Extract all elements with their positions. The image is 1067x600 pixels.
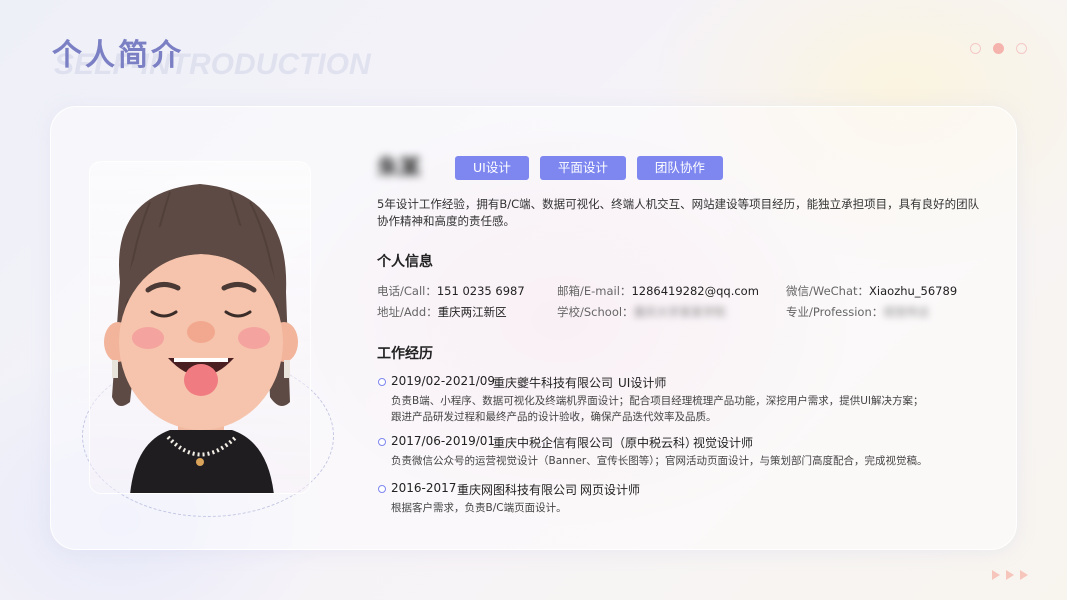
phone-label: 电话/Call：: [377, 284, 437, 298]
bullet-icon: [378, 378, 386, 386]
bullet-icon: [378, 438, 386, 446]
info-row-address: 地址/Add：重庆两江新区 学校/School：重庆大学某某学院 专业/Prof…: [377, 304, 977, 322]
bullet-icon: [378, 485, 386, 493]
profile-intro: 5年设计工作经验，拥有B/C端、数据可视化、终端人机交互、网站建设等项目经历，能…: [377, 197, 980, 228]
avatar: [104, 184, 298, 493]
major-field: 专业/Profession：视觉传达: [786, 304, 929, 320]
address-value: 重庆两江新区: [437, 305, 507, 319]
work-desc-line: 根据客户需求，负责B/C端页面设计。: [391, 502, 567, 514]
work-period: 2017/06-2019/01: [391, 434, 496, 448]
school-field: 学校/School：重庆大学某某学院: [557, 304, 726, 320]
school-value: 重庆大学某某学院: [633, 305, 726, 319]
profile-name: 朱某: [377, 156, 422, 181]
work-desc: 负责B端、小程序、数据可视化及终端机界面设计；配合项目经理梳理产品功能，深挖用户…: [391, 394, 967, 425]
address-field: 地址/Add：重庆两江新区: [377, 304, 507, 320]
work-item: 2019/02-2021/09 重庆夔牛科技有限公司 UI设计师 负责B端、小程…: [377, 374, 967, 425]
work-experience-title: 工作经历: [377, 346, 433, 362]
tag-teamwork: 团队协作: [636, 156, 723, 180]
tag-ui-design: UI设计: [455, 156, 529, 180]
work-desc: 根据客户需求，负责B/C端页面设计。: [391, 501, 967, 517]
arrow-icon: [1006, 570, 1014, 580]
work-item-header: 2019/02-2021/09 重庆夔牛科技有限公司 UI设计师: [377, 374, 967, 392]
email-field: 邮箱/E-mail：1286419282@qq.com: [557, 283, 759, 299]
work-item: 2017/06-2019/01 重庆中税企信有限公司（原中税云科） 视觉设计师 …: [377, 434, 967, 470]
phone-value: 151 0235 6987: [436, 284, 525, 298]
work-role: 网页设计师: [580, 483, 641, 497]
work-desc-line: 负责微信公众号的运营视觉设计（Banner、宣传长图等）；官网活动页面设计，与策…: [391, 455, 928, 467]
work-item-header: 2017/06-2019/01 重庆中税企信有限公司（原中税云科） 视觉设计师: [377, 434, 967, 452]
address-label: 地址/Add：: [377, 305, 438, 319]
skill-tags: UI设计 平面设计 团队协作: [455, 156, 723, 180]
work-role: 视觉设计师: [693, 436, 754, 450]
tag-graphic-design: 平面设计: [539, 156, 626, 180]
school-label: 学校/School：: [557, 305, 634, 319]
work-item: 2016-2017 重庆网图科技有限公司 网页设计师 根据客户需求，负责B/C端…: [377, 481, 967, 517]
work-period: 2016-2017: [391, 481, 457, 495]
dot: [1016, 43, 1027, 54]
page-title: 个人简介: [52, 38, 184, 73]
page-header: SELF-INTRODUCTION 个人简介: [52, 30, 412, 90]
wechat-label: 微信/WeChat：: [786, 284, 870, 298]
major-label: 专业/Profession：: [786, 305, 884, 319]
wechat-field: 微信/WeChat：Xiaozhu_56789: [786, 283, 957, 299]
work-desc-line: 负责B端、小程序、数据可视化及终端机界面设计；配合项目经理梳理产品功能，深挖用户…: [391, 395, 924, 407]
arrow-icon: [1020, 570, 1028, 580]
email-label: 邮箱/E-mail：: [557, 284, 632, 298]
work-company: 重庆中税企信有限公司（原中税云科）: [493, 436, 698, 450]
work-item-header: 2016-2017 重庆网图科技有限公司 网页设计师: [377, 481, 967, 499]
wechat-value: Xiaozhu_56789: [869, 284, 958, 298]
email-value: 1286419282@qq.com: [631, 284, 759, 298]
avatar-frame: [89, 161, 311, 494]
personal-info-title: 个人信息: [377, 254, 433, 270]
dot: [970, 43, 981, 54]
pagination-dots-icon: [970, 43, 1027, 54]
work-desc-line: 跟进产品研发过程和最终产品的设计验收，确保产品迭代效率及品质。: [391, 410, 717, 423]
arrow-icon: [992, 570, 1000, 580]
work-company: 重庆夔牛科技有限公司: [493, 376, 614, 390]
arrows-right-icon: [992, 570, 1032, 580]
dot-active: [993, 43, 1004, 54]
work-period: 2019/02-2021/09: [391, 374, 496, 388]
work-role: UI设计师: [618, 376, 667, 390]
info-row-contact: 电话/Call：151 0235 6987 邮箱/E-mail：12864192…: [377, 283, 977, 301]
phone-field: 电话/Call：151 0235 6987: [377, 283, 525, 299]
work-company: 重庆网图科技有限公司: [457, 483, 578, 497]
major-value: 视觉传达: [883, 305, 930, 319]
work-desc: 负责微信公众号的运营视觉设计（Banner、宣传长图等）；官网活动页面设计，与策…: [391, 454, 967, 470]
